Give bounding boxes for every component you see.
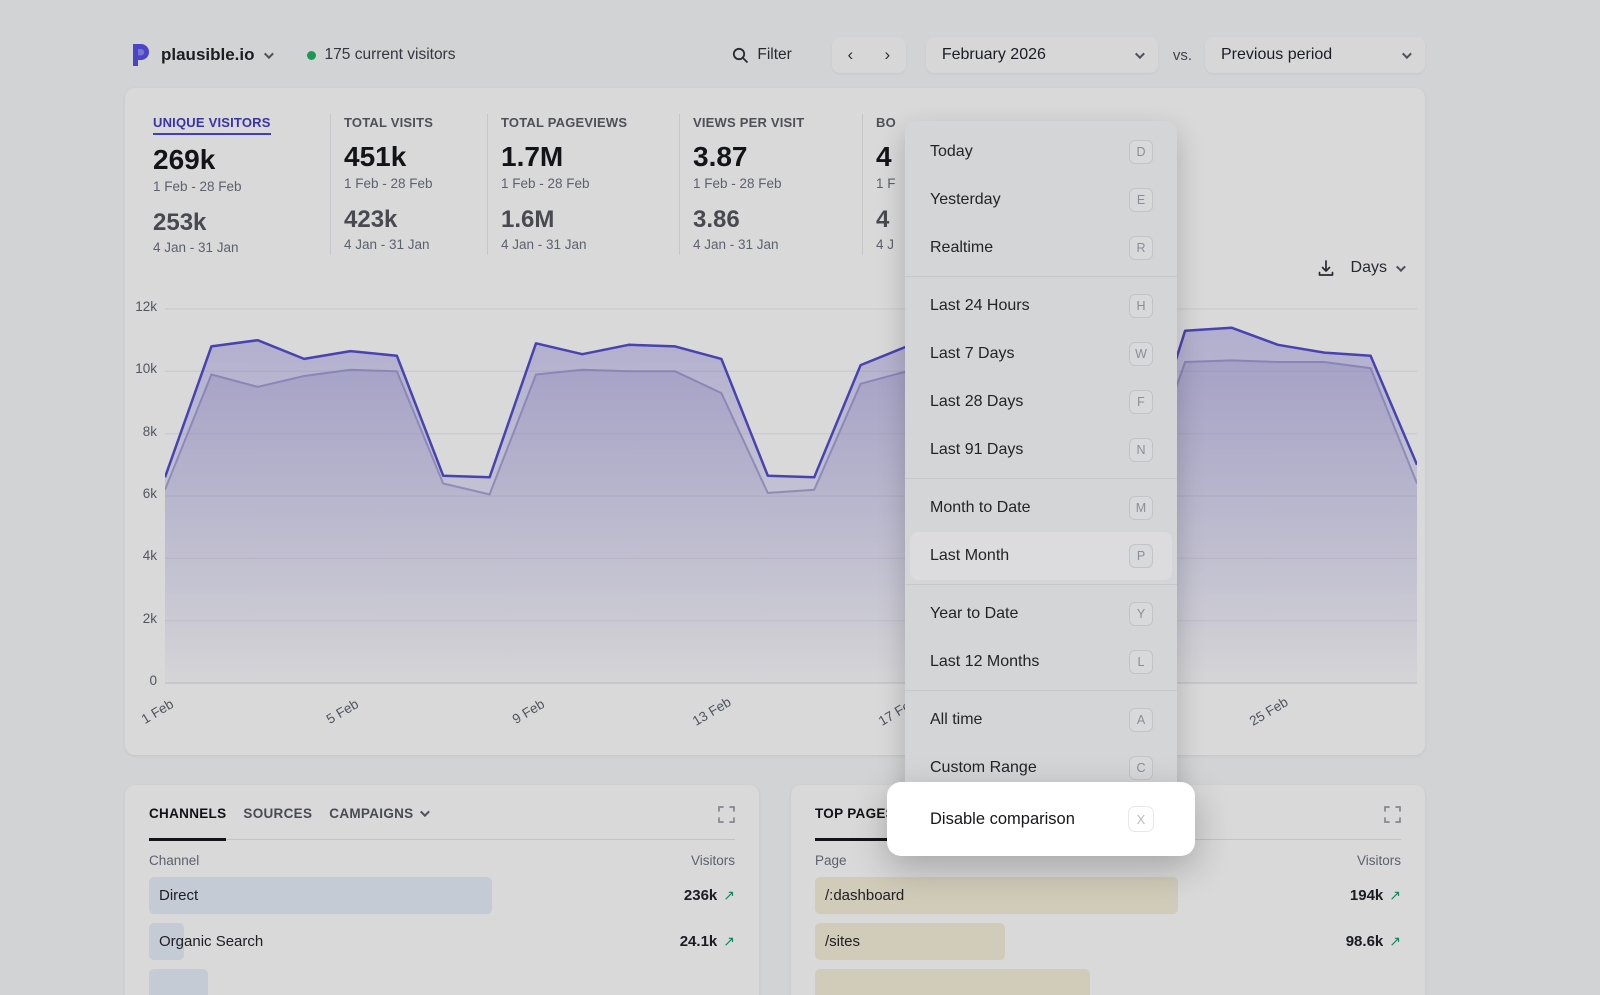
menu-item-last-24-hours[interactable]: Last 24 Hours H <box>905 282 1177 330</box>
menu-divider <box>905 690 1177 691</box>
shortcut-key-badge: W <box>1129 342 1153 366</box>
shortcut-key-badge: X <box>1128 806 1154 832</box>
menu-item-label: All time <box>930 711 982 729</box>
menu-item-last-7-days[interactable]: Last 7 Days W <box>905 330 1177 378</box>
menu-divider <box>905 478 1177 479</box>
shortcut-key-badge: R <box>1129 236 1153 260</box>
menu-item-label: Last Month <box>930 547 1009 565</box>
menu-divider <box>905 276 1177 277</box>
menu-item-all-time[interactable]: All time A <box>905 696 1177 744</box>
menu-item-label: Today <box>930 143 973 161</box>
menu-item-label: Last 28 Days <box>930 393 1023 411</box>
menu-item-label: Realtime <box>930 239 993 257</box>
shortcut-key-badge: A <box>1129 708 1153 732</box>
dim-overlay <box>0 0 1600 995</box>
menu-item-label: Month to Date <box>930 499 1031 517</box>
menu-item-realtime[interactable]: Realtime R <box>905 224 1177 272</box>
menu-divider <box>905 584 1177 585</box>
shortcut-key-badge: L <box>1129 650 1153 674</box>
menu-item-last-91-days[interactable]: Last 91 Days N <box>905 426 1177 474</box>
menu-item-label: Custom Range <box>930 759 1037 777</box>
menu-item-label: Last 7 Days <box>930 345 1014 363</box>
disable-comparison-item[interactable]: Disable comparison X <box>887 782 1195 856</box>
menu-item-last-28-days[interactable]: Last 28 Days F <box>905 378 1177 426</box>
shortcut-key-badge: H <box>1129 294 1153 318</box>
menu-item-label: Last 24 Hours <box>930 297 1030 315</box>
menu-item-year-to-date[interactable]: Year to Date Y <box>905 590 1177 638</box>
menu-item-last-month[interactable]: Last Month P <box>910 532 1172 580</box>
menu-item-month-to-date[interactable]: Month to Date M <box>905 484 1177 532</box>
menu-item-label: Yesterday <box>930 191 1001 209</box>
menu-item-label: Last 91 Days <box>930 441 1023 459</box>
menu-item-label: Last 12 Months <box>930 653 1039 671</box>
shortcut-key-badge: N <box>1129 438 1153 462</box>
menu-item-yesterday[interactable]: Yesterday E <box>905 176 1177 224</box>
date-range-menu: TodayDYesterdayERealtimeRLast 24 HoursHL… <box>905 121 1177 800</box>
disable-comparison-label: Disable comparison <box>930 810 1075 829</box>
shortcut-key-badge: E <box>1129 188 1153 212</box>
shortcut-key-badge: Y <box>1129 602 1153 626</box>
menu-item-last-12-months[interactable]: Last 12 Months L <box>905 638 1177 686</box>
shortcut-key-badge: P <box>1129 544 1153 568</box>
shortcut-key-badge: C <box>1129 756 1153 780</box>
shortcut-key-badge: D <box>1129 140 1153 164</box>
menu-item-today[interactable]: Today D <box>905 128 1177 176</box>
shortcut-key-badge: M <box>1129 496 1153 520</box>
menu-item-label: Year to Date <box>930 605 1018 623</box>
shortcut-key-badge: F <box>1129 390 1153 414</box>
